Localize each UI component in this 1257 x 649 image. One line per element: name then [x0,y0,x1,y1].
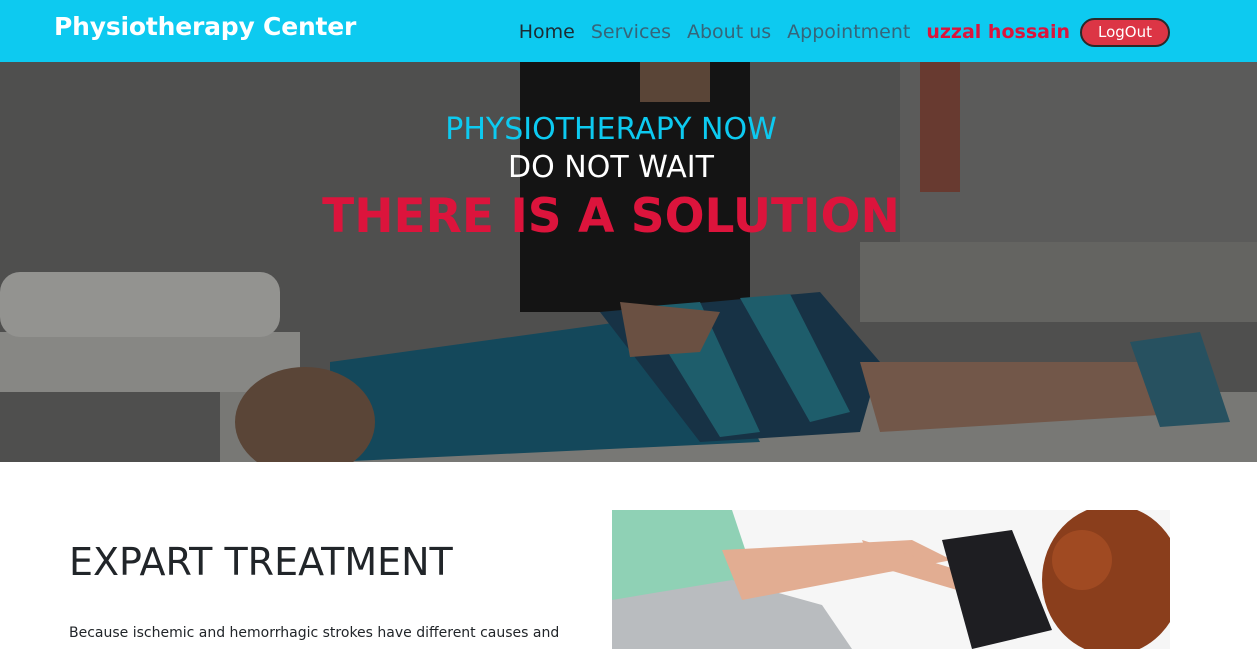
hero-text: PHYSIOTHERAPY NOW DO NOT WAIT THERE IS A… [0,110,1222,248]
nav-about-us[interactable]: About us [687,21,771,43]
nav-services[interactable]: Services [591,21,671,43]
nav-appointment[interactable]: Appointment [787,21,910,43]
navbar: Physiotherapy Center Home Services About… [0,0,1257,62]
section-paragraph: Because ischemic and hemorrhagic strokes… [69,625,560,641]
logout-button[interactable]: LogOut [1080,17,1170,47]
brand-logo[interactable]: Physiotherapy Center [54,12,356,41]
nav-links: Home Services About us Appointment uzzal… [503,16,1170,48]
hero-line-2: DO NOT WAIT [508,150,714,185]
hero-line-1: PHYSIOTHERAPY NOW [445,112,777,147]
section-title: EXPART TREATMENT [69,540,453,584]
nav-home[interactable]: Home [519,21,575,43]
treatment-image [612,510,1170,649]
hero-banner: PHYSIOTHERAPY NOW DO NOT WAIT THERE IS A… [0,62,1257,462]
hero-line-3: THERE IS A SOLUTION [322,189,900,244]
user-name: uzzal hossain [926,21,1070,43]
